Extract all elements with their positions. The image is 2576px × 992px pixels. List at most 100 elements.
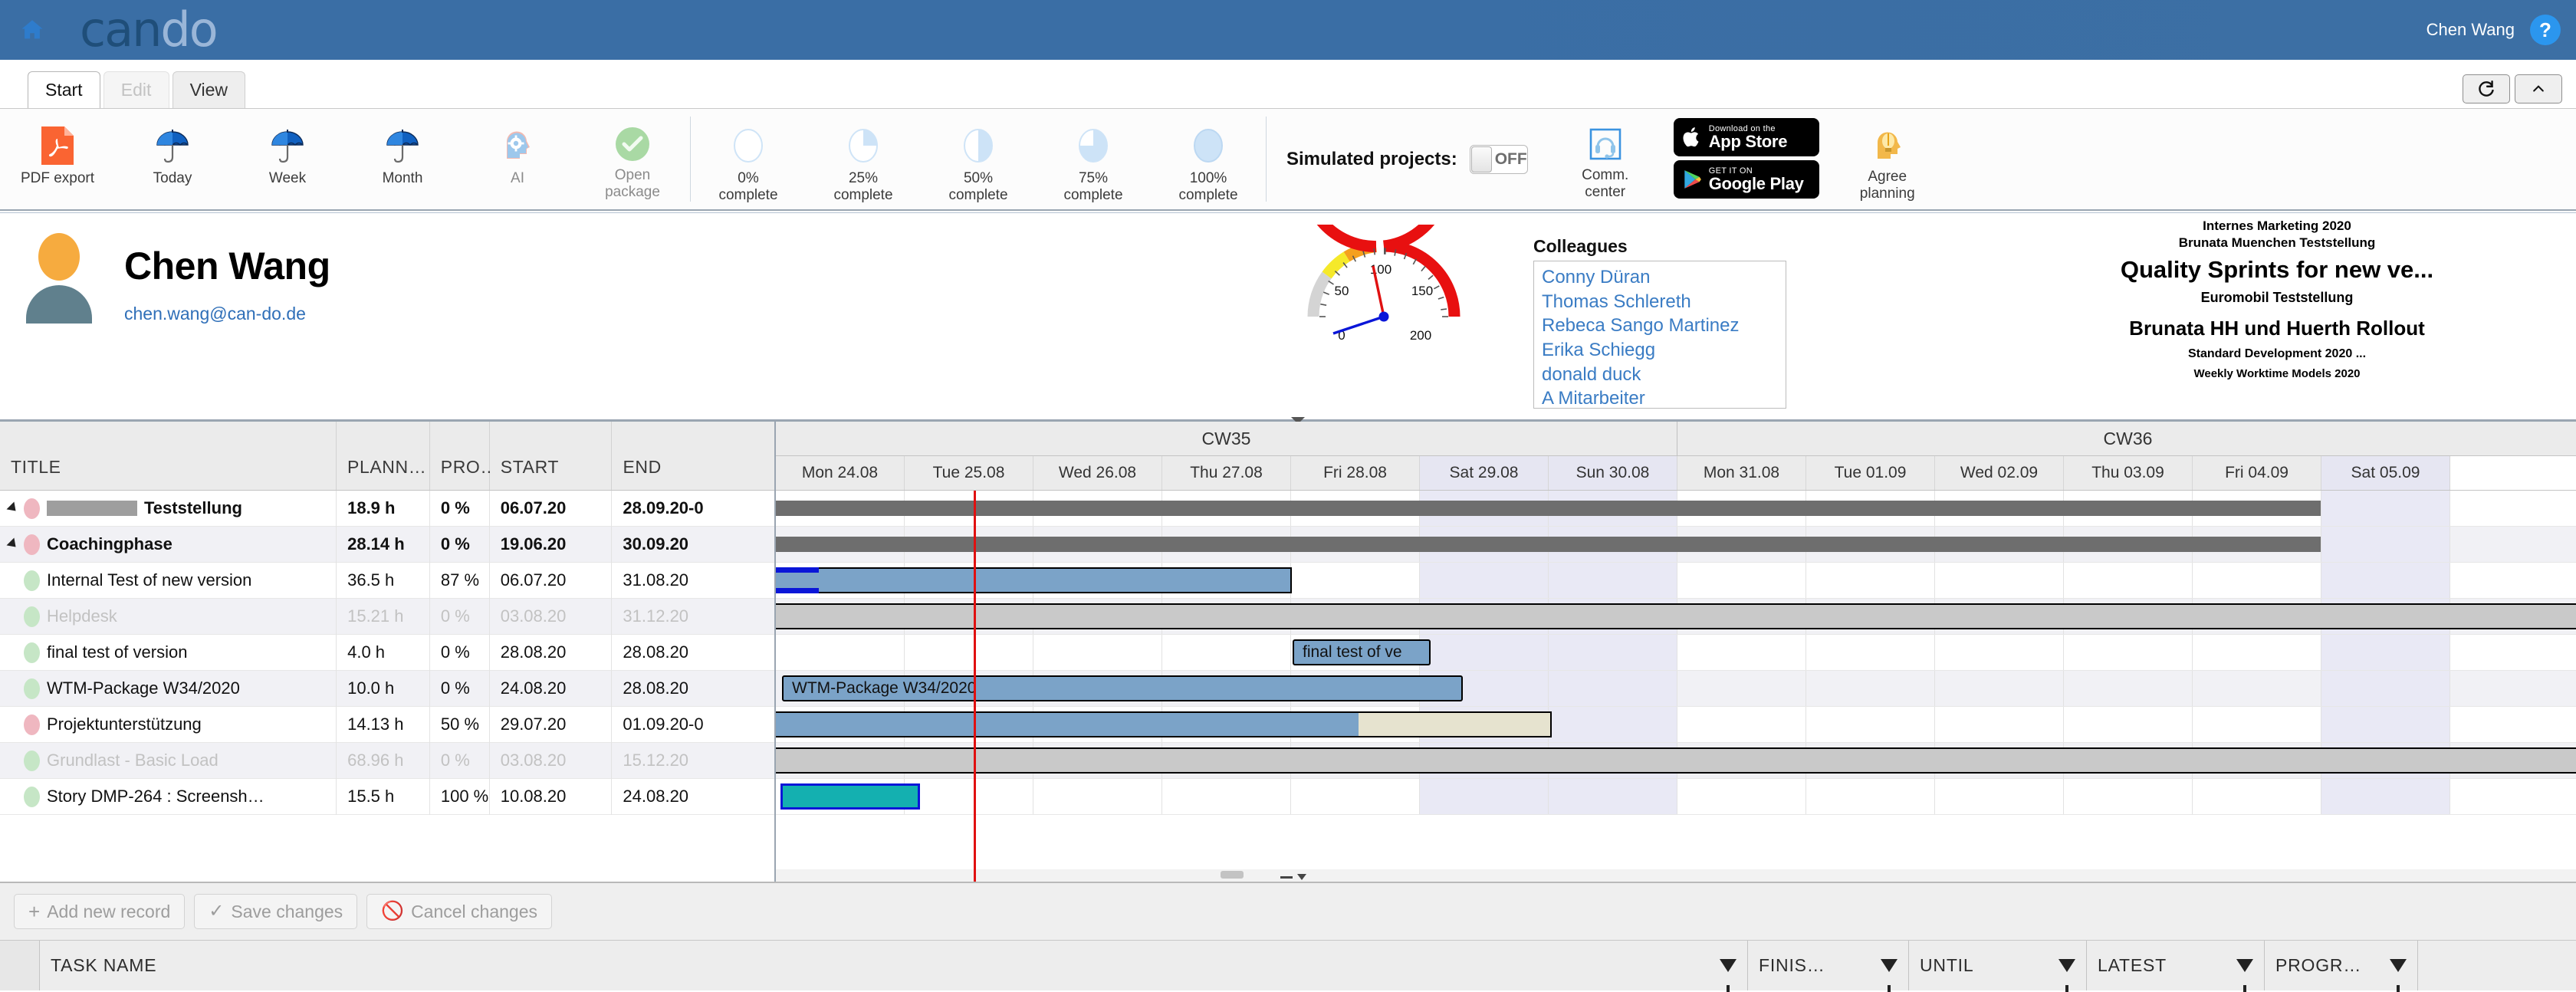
tab-start[interactable]: Start bbox=[28, 71, 100, 108]
horizontal-scrollbar[interactable] bbox=[776, 869, 2576, 882]
row-title-cell[interactable]: Story DMP-264 : Screensh… bbox=[0, 779, 337, 815]
table-row[interactable]: Internal Test of new version 36.5 h 87 %… bbox=[0, 563, 774, 599]
help-icon[interactable]: ? bbox=[2530, 15, 2561, 45]
simulated-projects-toggle[interactable]: OFF bbox=[1470, 145, 1528, 174]
gantt-bar-summary[interactable] bbox=[776, 537, 2321, 552]
gantt-bar-task[interactable]: final test of ve bbox=[1293, 639, 1431, 665]
column-header-title[interactable]: TITLE bbox=[0, 422, 337, 490]
home-icon[interactable] bbox=[17, 15, 48, 45]
table-row[interactable]: final test of version 4.0 h 0 % 28.08.20… bbox=[0, 635, 774, 671]
column-header-finished[interactable]: FINIS… bbox=[1748, 941, 1909, 990]
add-new-record-button[interactable]: + Add new record bbox=[14, 894, 185, 929]
row-title-cell[interactable]: Internal Test of new version bbox=[0, 563, 337, 599]
column-header-until[interactable]: UNTIL bbox=[1909, 941, 2087, 990]
gantt-bar-background-load[interactable] bbox=[776, 747, 2576, 774]
filter-icon[interactable] bbox=[1881, 959, 1898, 972]
profile-email-link[interactable]: chen.wang@can-do.de bbox=[124, 304, 330, 324]
complete-100-button[interactable]: 100% complete bbox=[1151, 118, 1266, 201]
expand-collapse-icon[interactable] bbox=[7, 502, 20, 515]
cando-logo[interactable]: cando bbox=[80, 6, 217, 54]
open-package-button[interactable]: Open package bbox=[575, 118, 690, 201]
column-header-latest[interactable]: LATEST bbox=[2087, 941, 2265, 990]
ai-button[interactable]: AI bbox=[460, 118, 575, 201]
timeline-row[interactable] bbox=[776, 599, 2576, 635]
collapse-ribbon-button[interactable] bbox=[2515, 74, 2562, 103]
column-header-progress[interactable]: PROGR… bbox=[2265, 941, 2418, 990]
today-button[interactable]: Today bbox=[115, 118, 230, 201]
timeline-row[interactable] bbox=[776, 563, 2576, 599]
row-title-cell[interactable]: final test of version bbox=[0, 635, 337, 671]
header-user-name[interactable]: Chen Wang bbox=[2426, 20, 2515, 40]
timeline-row[interactable] bbox=[776, 779, 2576, 815]
gantt-bar-task-simulated[interactable] bbox=[776, 711, 1552, 737]
list-item[interactable]: Conny Düran bbox=[1542, 265, 1778, 290]
column-header-planned[interactable]: PLANN… bbox=[337, 422, 430, 490]
timeline-row[interactable] bbox=[776, 743, 2576, 779]
week-button[interactable]: Week bbox=[230, 118, 345, 201]
timeline-row[interactable] bbox=[776, 527, 2576, 563]
timeline-resize-handle[interactable] bbox=[1280, 874, 1306, 880]
project-cloud-item[interactable]: Internes Marketing 2020 bbox=[1993, 218, 2561, 235]
column-header-end[interactable]: END bbox=[612, 422, 774, 490]
project-cloud-item[interactable]: Weekly Worktime Models 2020 bbox=[1993, 366, 2561, 382]
filter-icon[interactable] bbox=[2390, 959, 2407, 972]
row-title-cell[interactable]: Grundlast - Basic Load bbox=[0, 743, 337, 779]
column-header-task-name[interactable]: TASK NAME bbox=[40, 941, 1748, 990]
gantt-bar-summary[interactable] bbox=[776, 501, 2321, 516]
project-cloud-item[interactable]: Brunata Muenchen Teststellung bbox=[1993, 235, 2561, 251]
expand-collapse-icon[interactable] bbox=[7, 538, 20, 551]
table-row[interactable]: Coachingphase 28.14 h 0 % 19.06.20 30.09… bbox=[0, 527, 774, 563]
timeline-row[interactable]: final test of ve bbox=[776, 635, 2576, 671]
filter-icon[interactable] bbox=[2058, 959, 2075, 972]
table-row[interactable]: WTM-Package W34/2020 10.0 h 0 % 24.08.20… bbox=[0, 671, 774, 707]
complete-75-button[interactable]: 75% complete bbox=[1036, 118, 1151, 201]
project-cloud-item[interactable]: Euromobil Teststellung bbox=[1993, 289, 2561, 307]
table-row[interactable]: Story DMP-264 : Screensh… 15.5 h 100 % 1… bbox=[0, 779, 774, 815]
cancel-changes-button[interactable]: 🚫 Cancel changes bbox=[366, 894, 552, 929]
row-title-cell[interactable]: Coachingphase bbox=[0, 527, 337, 563]
complete-25-button[interactable]: 25% complete bbox=[806, 118, 921, 201]
timeline-row[interactable] bbox=[776, 491, 2576, 527]
project-cloud-item[interactable]: Standard Development 2020 ... bbox=[1993, 346, 2561, 362]
app-store-button[interactable]: Download on the App Store bbox=[1674, 118, 1819, 156]
scrollbar-thumb[interactable] bbox=[1221, 871, 1244, 879]
month-button[interactable]: Month bbox=[345, 118, 460, 201]
table-row[interactable]: Helpdesk 15.21 h 0 % 03.08.20 31.12.20 bbox=[0, 599, 774, 635]
chevron-down-icon[interactable] bbox=[1297, 874, 1306, 880]
complete-50-button[interactable]: 50% complete bbox=[921, 118, 1036, 201]
column-header-start[interactable]: START bbox=[490, 422, 613, 490]
refresh-button[interactable] bbox=[2463, 74, 2510, 103]
comm-center-button[interactable]: Comm. center bbox=[1548, 118, 1663, 201]
list-item[interactable]: donald duck bbox=[1542, 363, 1778, 387]
row-title-cell[interactable]: Helpdesk bbox=[0, 599, 337, 635]
project-cloud-item[interactable]: Brunata HH und Huerth Rollout bbox=[1993, 315, 2561, 341]
list-item[interactable]: Erika Schiegg bbox=[1542, 338, 1778, 363]
list-item[interactable]: Thomas Schlereth bbox=[1542, 290, 1778, 314]
google-play-button[interactable]: GET IT ON Google Play bbox=[1674, 160, 1819, 199]
row-title-cell[interactable]: Projektunterstützung bbox=[0, 707, 337, 743]
filter-icon[interactable] bbox=[2236, 959, 2253, 972]
column-header-progress[interactable]: PRO… bbox=[430, 422, 490, 490]
timeline-row[interactable]: WTM-Package W34/2020 bbox=[776, 671, 2576, 707]
save-changes-button[interactable]: ✓ Save changes bbox=[194, 894, 357, 929]
gantt-bar-background-load[interactable] bbox=[776, 603, 2576, 629]
agree-planning-button[interactable]: Agree planning bbox=[1830, 118, 1945, 201]
table-row[interactable]: Teststellung 18.9 h 0 % 06.07.20 28.09.2… bbox=[0, 491, 774, 527]
table-row[interactable]: Projektunterstützung 14.13 h 50 % 29.07.… bbox=[0, 707, 774, 743]
project-cloud-item[interactable]: Quality Sprints for new ve... bbox=[1993, 255, 2561, 286]
row-title-cell[interactable]: Teststellung bbox=[0, 491, 337, 527]
table-row[interactable]: Grundlast - Basic Load 68.96 h 0 % 03.08… bbox=[0, 743, 774, 779]
pdf-export-button[interactable]: PDF export bbox=[0, 118, 115, 201]
filter-icon[interactable] bbox=[1720, 959, 1737, 972]
list-item[interactable]: A Mitarbeiter bbox=[1542, 386, 1778, 409]
list-item[interactable]: Rebeca Sango Martinez bbox=[1542, 314, 1778, 338]
tab-view[interactable]: View bbox=[172, 71, 245, 108]
timeline-row[interactable] bbox=[776, 707, 2576, 743]
tab-edit[interactable]: Edit bbox=[104, 71, 169, 108]
gantt-bar-task[interactable]: WTM-Package W34/2020 bbox=[782, 675, 1463, 701]
colleagues-list[interactable]: Conny Düran Thomas Schlereth Rebeca Sang… bbox=[1533, 261, 1786, 409]
complete-0-button[interactable]: 0% complete bbox=[691, 118, 806, 201]
gantt-bar-task[interactable] bbox=[776, 567, 1292, 593]
gantt-bar-completed[interactable] bbox=[780, 783, 920, 810]
row-title-cell[interactable]: WTM-Package W34/2020 bbox=[0, 671, 337, 707]
